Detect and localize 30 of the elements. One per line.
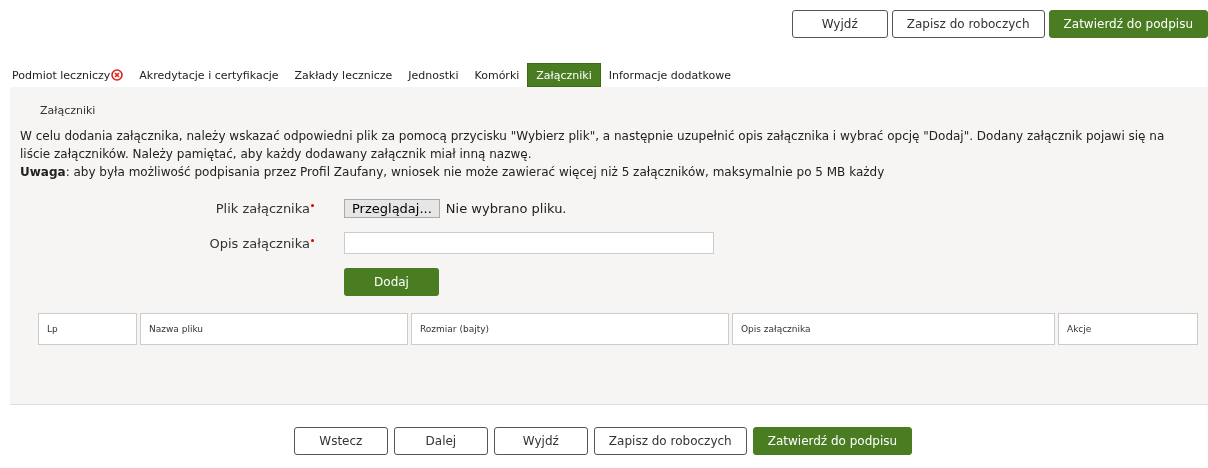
field-label: Opis załącznika [209, 235, 314, 251]
action-button[interactable]: Zatwierdź do podpisu [752, 427, 913, 455]
add-button[interactable]: Dodaj [344, 268, 439, 296]
action-button[interactable]: Dalej [393, 427, 488, 455]
file-status: Nie wybrano pliku. [445, 201, 567, 216]
error-icon [111, 69, 124, 81]
instruction-text: Uwaga: aby była możliwość podpisania przez Profil Zaufany, wniosek nie może zawierać więcej niż 5 załączników, maksymalnie po 5 MB każdy [20, 164, 886, 181]
action-button[interactable]: Wyjdź [791, 10, 888, 38]
column-header: Opis załącznika [732, 313, 1055, 345]
action-button[interactable]: Zatwierdź do podpisu [1048, 10, 1208, 38]
description-field[interactable] [344, 232, 714, 254]
column-header: Rozmiar (bajty) [411, 313, 729, 345]
browse-button[interactable]: Przeglądaj... [344, 199, 440, 218]
tab[interactable]: Zakłady lecznicze [286, 63, 401, 87]
action-button[interactable]: Zapisz do roboczych [891, 10, 1045, 38]
action-button[interactable]: Zapisz do roboczych [593, 427, 747, 455]
tab[interactable]: Podmiot leczniczy [4, 63, 132, 87]
tab[interactable]: Komórki [466, 63, 528, 87]
section-title: Załączniki [40, 104, 96, 117]
action-button[interactable]: Wstecz [293, 427, 388, 455]
tab[interactable]: Akredytacje i certyfikacje [131, 63, 287, 87]
column-header: Akcje [1058, 313, 1198, 345]
column-header: Lp [38, 313, 137, 345]
tab[interactable]: Jednostki [400, 63, 467, 87]
action-button[interactable]: Wyjdź [493, 427, 588, 455]
column-header: Nazwa pliku [140, 313, 408, 345]
instruction-text: W celu dodania załącznika, należy wskazać odpowiedni plik za pomocą przycisku "Wybierz plik", a następnie uzupełnić opis załącznika i wybrać opcję "Dodaj". Dodany załącznik pojawi się na liście załączników. Należy pamiętać, aby każdy dodawany załącznik miał inną nazwę. [20, 128, 1166, 163]
field-label: Plik załącznika [215, 201, 314, 216]
tab[interactable]: Informacje dodatkowe [600, 63, 739, 87]
tab[interactable]: Załączniki [527, 63, 601, 87]
